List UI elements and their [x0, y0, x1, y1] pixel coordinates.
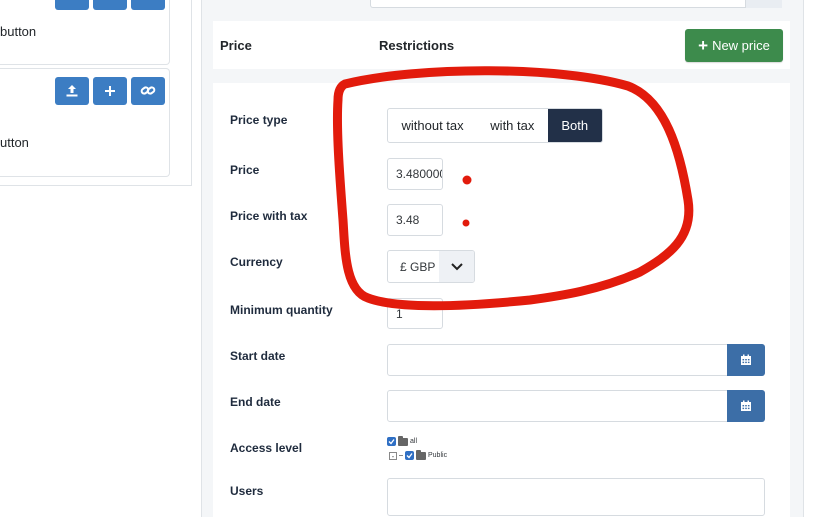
- price-type-with-tax[interactable]: with tax: [477, 109, 547, 142]
- tree-expander-icon[interactable]: -: [389, 451, 397, 460]
- add-button-2[interactable]: [93, 77, 127, 105]
- min-qty-label: Minimum quantity: [230, 303, 333, 317]
- price-label: Price: [230, 163, 260, 177]
- tab-price[interactable]: Price: [220, 38, 252, 53]
- access-level-label: Access level: [230, 441, 303, 455]
- upload-button-1[interactable]: [55, 0, 89, 10]
- plus-icon: +: [698, 36, 709, 55]
- end-date-input[interactable]: [387, 390, 728, 422]
- price-with-tax-label: Price with tax: [230, 209, 308, 223]
- start-date-calendar-button[interactable]: [727, 344, 765, 376]
- upload-button-2[interactable]: [55, 77, 89, 105]
- top-input-button[interactable]: [745, 0, 782, 8]
- link-button-2[interactable]: [131, 77, 165, 105]
- plus-icon: [105, 86, 115, 96]
- users-input[interactable]: [387, 478, 765, 516]
- new-price-label: New price: [712, 38, 770, 53]
- calendar-icon: [741, 400, 751, 411]
- access-public-label: Public: [428, 452, 448, 459]
- price-type-without-tax[interactable]: without tax: [388, 109, 477, 142]
- calendar-icon: [741, 354, 751, 365]
- checkbox-icon[interactable]: [387, 437, 396, 446]
- min-qty-input[interactable]: 1: [387, 298, 443, 329]
- access-tree-public[interactable]: - Public: [389, 449, 448, 460]
- folder-icon: [416, 449, 426, 460]
- price-input[interactable]: 3.480000: [387, 158, 443, 190]
- start-date-label: Start date: [230, 349, 286, 363]
- top-input[interactable]: [370, 0, 782, 8]
- currency-select[interactable]: £ GBP: [387, 250, 475, 283]
- tab-restrictions[interactable]: Restrictions: [379, 38, 454, 53]
- start-date-input[interactable]: [387, 344, 728, 376]
- access-all-label: all: [410, 438, 418, 445]
- price-type-toggle: without tax with tax Both: [387, 108, 603, 143]
- card2-text: utton: [0, 135, 29, 150]
- new-price-button[interactable]: + New price: [685, 29, 783, 62]
- currency-value: £ GBP: [400, 259, 436, 274]
- price-type-label: Price type: [230, 113, 288, 127]
- checkbox-icon[interactable]: [405, 451, 414, 460]
- folder-icon: [398, 435, 408, 446]
- add-button-1[interactable]: [93, 0, 127, 10]
- end-date-calendar-button[interactable]: [727, 390, 765, 422]
- price-type-both[interactable]: Both: [547, 109, 602, 142]
- currency-label: Currency: [230, 255, 283, 269]
- price-with-tax-input[interactable]: 3.48: [387, 204, 443, 236]
- end-date-label: End date: [230, 395, 281, 409]
- chevron-down-icon: [439, 251, 474, 282]
- access-tree-all[interactable]: all: [387, 435, 418, 446]
- users-label: Users: [230, 484, 264, 498]
- tree-connector: [399, 455, 403, 456]
- upload-icon: [66, 85, 78, 97]
- link-button-1[interactable]: [131, 0, 165, 10]
- card1-text: button: [0, 24, 37, 39]
- link-icon: [140, 86, 156, 95]
